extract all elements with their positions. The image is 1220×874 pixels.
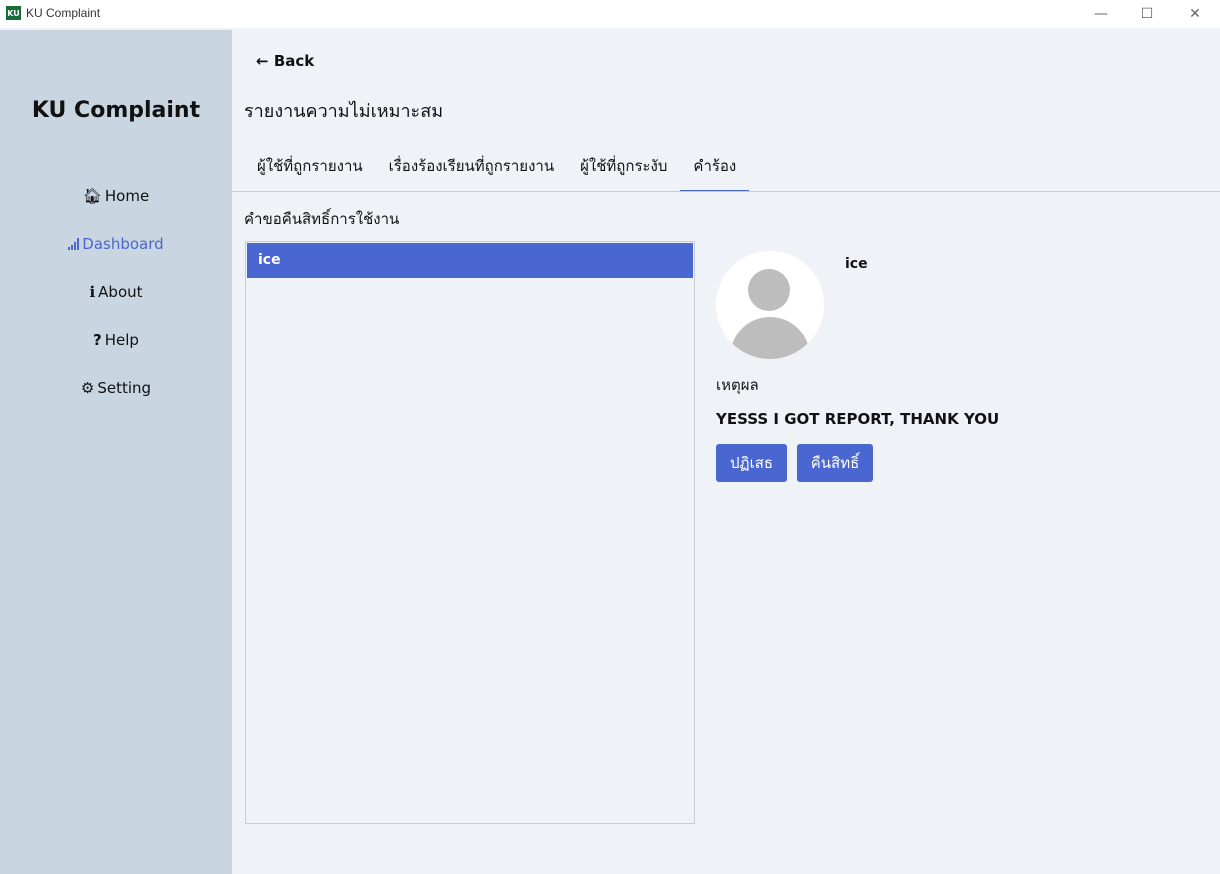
tab-reported-complaints[interactable]: เรื่องร้องเรียนที่ถูกรายงาน: [376, 146, 567, 190]
sidebar-item-about[interactable]: ℹ About: [0, 283, 232, 301]
arrow-left-icon: ←: [256, 52, 269, 70]
avatar: [716, 251, 824, 359]
sidebar-item-home[interactable]: 🏠︎ Home: [0, 187, 232, 205]
brand-title: KU Complaint: [31, 98, 201, 123]
info-icon: ℹ: [89, 283, 96, 301]
sidebar-item-label: Help: [104, 331, 139, 349]
tab-bar: ผู้ใช้ที่ถูกรายงาน เรื่องร้องเรียนที่ถูก…: [244, 146, 750, 192]
minimize-button[interactable]: —: [1078, 2, 1124, 26]
reason-text: YESSS I GOT REPORT, THANK YOU: [716, 410, 1000, 428]
user-name: ice: [845, 256, 868, 272]
reject-button[interactable]: ปฏิเสธ: [716, 444, 787, 482]
tab-requests[interactable]: คำร้อง: [680, 146, 750, 192]
sidebar-item-label: Home: [104, 187, 150, 205]
list-item[interactable]: ice: [247, 243, 693, 278]
sidebar-item-label: Dashboard: [82, 235, 164, 253]
gear-icon: ⚙: [80, 379, 95, 397]
close-button[interactable]: ✕: [1172, 2, 1218, 26]
sidebar-item-setting[interactable]: ⚙ Setting: [0, 379, 232, 397]
sidebar-item-help[interactable]: ? Help: [0, 331, 232, 349]
reason-label: เหตุผล: [716, 376, 759, 394]
back-button[interactable]: ← Back: [256, 52, 314, 70]
section-label: คำขอคืนสิทธิ์การใช้งาน: [244, 210, 400, 228]
window-title: KU Complaint: [26, 6, 101, 20]
signal-bars-icon: [68, 238, 80, 250]
sidebar-item-label: Setting: [97, 379, 152, 397]
page-title: รายงานความไม่เหมาะสม: [244, 101, 444, 122]
tabs-divider: [232, 191, 1220, 192]
avatar-head: [748, 269, 790, 311]
sidebar: KU Complaint 🏠︎ Home Dashboard ℹ About ? He…: [0, 30, 232, 874]
back-label: Back: [273, 52, 315, 70]
restore-button[interactable]: คืนสิทธิ์: [797, 444, 873, 482]
sidebar-item-dashboard[interactable]: Dashboard: [0, 235, 232, 253]
maximize-button[interactable]: ☐: [1124, 2, 1170, 26]
avatar-body: [730, 317, 810, 359]
app-window: KU KU Complaint — ☐ ✕ KU Complaint 🏠︎ Hom…: [0, 0, 1220, 874]
title-bar: KU KU Complaint — ☐ ✕: [0, 0, 1220, 28]
tab-suspended-users[interactable]: ผู้ใช้ที่ถูกระงับ: [567, 146, 680, 190]
question-icon: ?: [93, 331, 102, 349]
request-list[interactable]: ice: [245, 241, 695, 824]
home-icon: 🏠︎: [82, 187, 102, 205]
app-logo-icon: KU: [6, 6, 21, 20]
tab-reported-users[interactable]: ผู้ใช้ที่ถูกรายงาน: [244, 146, 376, 190]
sidebar-item-label: About: [98, 283, 143, 301]
